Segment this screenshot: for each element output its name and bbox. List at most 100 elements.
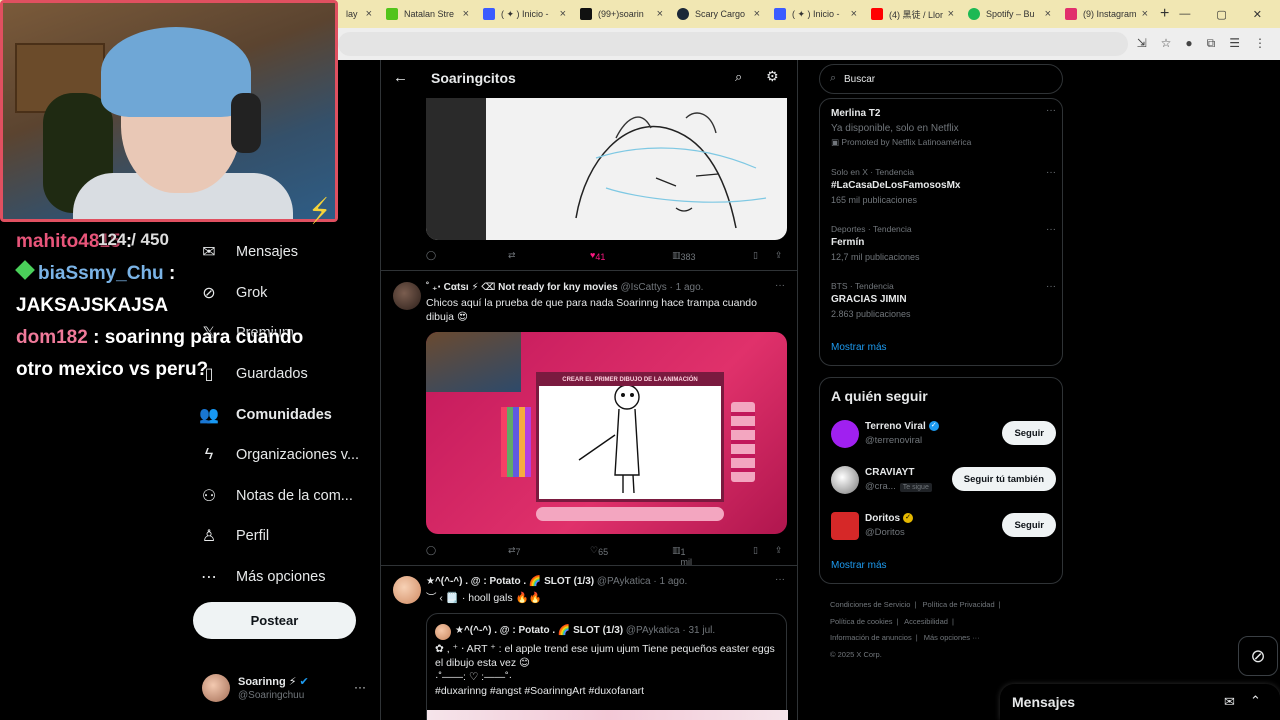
back-arrow-icon[interactable]: ←: [393, 69, 408, 86]
close-icon[interactable]: ×: [560, 8, 566, 20]
footer-link[interactable]: Información de anuncios: [830, 633, 912, 642]
close-icon[interactable]: ×: [463, 8, 469, 20]
follow-button[interactable]: Seguir: [1002, 513, 1056, 537]
url-field[interactable]: [338, 32, 1128, 56]
retweet-button[interactable]: ⇄ 7: [508, 545, 521, 557]
follow-back-button[interactable]: Seguir tú también: [951, 467, 1056, 491]
more-icon[interactable]: ···: [1046, 281, 1056, 292]
follow-suggestion[interactable]: Doritos ✓ @Doritos Seguir: [831, 510, 1056, 542]
views-button[interactable]: ▥ 383: [672, 250, 696, 262]
more-icon[interactable]: ···: [1046, 105, 1056, 116]
star-icon[interactable]: ☆: [1161, 36, 1172, 51]
close-icon[interactable]: ×: [366, 8, 372, 20]
footer-link[interactable]: Más opciones ···: [924, 633, 980, 642]
tweet-time[interactable]: · 1 ago.: [670, 282, 704, 293]
browser-tab[interactable]: ( ✦ ) Inicio - ×: [475, 0, 572, 28]
new-tab-button[interactable]: +: [1160, 5, 1169, 23]
footer-link[interactable]: Política de Privacidad: [923, 600, 995, 609]
close-icon[interactable]: ×: [754, 8, 760, 20]
browser-tab[interactable]: (9) Instagram ×: [1057, 0, 1154, 28]
close-icon[interactable]: ×: [948, 8, 954, 20]
trend-item[interactable]: Merlina T2 Ya disponible, solo en Netfli…: [831, 105, 1056, 148]
feed-column: ← Soaringcitos ⌕ ⚙ ◯ ⇄ ♥ 41 ▥ 383 ▯ ⇪ ˚ …: [380, 60, 798, 720]
browser-tab[interactable]: ( ✦ ) Inicio - ×: [766, 0, 863, 28]
more-icon[interactable]: ···: [354, 680, 366, 694]
tweet-handle[interactable]: @IsCattys: [620, 282, 666, 293]
avatar[interactable]: [393, 282, 421, 310]
more-icon[interactable]: ···: [1046, 224, 1056, 235]
media-timeline: [536, 507, 724, 521]
show-more-link[interactable]: Mostrar más: [831, 342, 887, 353]
maximize-icon[interactable]: ▢: [1216, 8, 1226, 21]
retweet-icon[interactable]: ⇄: [508, 250, 516, 261]
expand-icon[interactable]: ⌃: [1250, 693, 1261, 709]
nav-item-perfil[interactable]: ♙ Perfil: [198, 516, 378, 557]
footer-link[interactable]: Política de cookies: [830, 617, 893, 626]
browser-tab[interactable]: Natalan Stre ×: [378, 0, 475, 28]
bookmark-icon[interactable]: ▯: [753, 250, 758, 261]
trend-item[interactable]: Solo en X · Tendencia #LaCasaDeLosFamoso…: [831, 167, 1056, 205]
nav-item-notas[interactable]: ⚇ Notas de la com...: [198, 476, 378, 517]
follow-suggestion[interactable]: CRAVIAYT @cra... Te sigue Seguir tú tambi…: [831, 464, 1056, 496]
like-button[interactable]: ♡ 65: [590, 545, 608, 557]
follow-suggestion[interactable]: Terreno Viral ✓ @terrenoviral Seguir: [831, 418, 1056, 450]
share-icon[interactable]: ⇪: [775, 250, 783, 261]
media-icon[interactable]: ☰: [1229, 36, 1240, 51]
nav-item-organizaciones[interactable]: ϟ Organizaciones v...: [198, 435, 378, 476]
reply-icon[interactable]: ◯: [426, 250, 436, 261]
view-count: 383: [680, 252, 696, 262]
quote-media[interactable]: [427, 710, 788, 720]
close-icon[interactable]: ×: [1142, 8, 1148, 20]
search-icon[interactable]: ⌕: [735, 69, 742, 85]
nav-item-comunidades[interactable]: 👥 Comunidades: [198, 394, 378, 435]
browser-tab[interactable]: (99+)soarin ×: [572, 0, 669, 28]
tab-label: lay: [346, 9, 358, 19]
post-button[interactable]: Postear: [193, 602, 356, 639]
menu-icon[interactable]: ⋮: [1254, 36, 1266, 51]
trend-item[interactable]: Deportes · Tendencia Fermín 12,7 mil pub…: [831, 224, 1056, 262]
gear-icon[interactable]: ⚙: [766, 68, 779, 85]
tweet-time[interactable]: · 1 ago.: [653, 576, 687, 587]
install-icon[interactable]: ⇲: [1137, 36, 1147, 51]
footer-link[interactable]: Condiciones de Servicio: [830, 600, 910, 609]
close-icon[interactable]: ×: [1045, 8, 1051, 20]
close-icon[interactable]: ×: [851, 8, 857, 20]
close-window-icon[interactable]: ✕: [1253, 8, 1262, 21]
messages-drawer[interactable]: Mensajes ✉ ⌃: [1000, 684, 1280, 720]
grok-button[interactable]: ⊘: [1238, 636, 1278, 676]
tweet-author[interactable]: ˚ ₊‧ Cαtsı ⚡ ⌫ Not ready for kny movies: [426, 282, 618, 293]
close-icon[interactable]: ×: [657, 8, 663, 20]
search-input[interactable]: ⌕ Buscar: [819, 64, 1063, 94]
browser-tab[interactable]: Spotify – Bu ×: [960, 0, 1057, 28]
more-icon[interactable]: ···: [1046, 167, 1056, 178]
bookmark-icon[interactable]: ▯: [753, 545, 758, 556]
quoted-tweet[interactable]: ★^(^-^) . @ : Potato . 🌈 SLOT (1/3) @PAy…: [426, 613, 788, 720]
verified-icon: ✓: [928, 421, 939, 432]
account-switcher[interactable]: Soarinng ⚡ ✔ @Soaringchuu ···: [202, 674, 372, 704]
extensions-icon[interactable]: ⧉: [1207, 36, 1216, 51]
trend-item[interactable]: BTS · Tendencia GRACIAS JIMIN 2.863 publ…: [831, 281, 1056, 319]
tweet-media[interactable]: [426, 98, 787, 240]
like-button[interactable]: ♥ 41: [590, 250, 605, 262]
record-icon[interactable]: ●: [1185, 36, 1192, 51]
nav-item-mas-opciones[interactable]: ⋯ Más opciones: [198, 557, 378, 598]
browser-tab[interactable]: (4) 黑徒 / Llor ×: [863, 0, 960, 28]
tweet-media[interactable]: CREAR EL PRIMER DIBUJO DE LA ANIMACIÓN: [426, 332, 787, 534]
minimize-icon[interactable]: —: [1179, 8, 1190, 20]
avatar[interactable]: [393, 576, 421, 604]
footer-link[interactable]: Accesibilidad: [904, 617, 948, 626]
tweet-author[interactable]: ★^(^-^) . @ : Potato . 🌈 SLOT (1/3): [426, 576, 594, 587]
chat-user: dom182: [16, 327, 88, 348]
browser-tab[interactable]: lay ×: [338, 0, 378, 28]
tweet-handle[interactable]: @PAykatica: [597, 576, 651, 587]
new-message-icon[interactable]: ✉: [1224, 694, 1235, 710]
follow-button[interactable]: Seguir: [1002, 421, 1056, 445]
browser-tab[interactable]: Scary Cargo ×: [669, 0, 766, 28]
more-icon[interactable]: ···: [775, 574, 785, 585]
more-icon[interactable]: ···: [775, 280, 785, 291]
share-icon[interactable]: ⇪: [775, 545, 783, 556]
show-more-link[interactable]: Mostrar más: [831, 560, 887, 571]
quote-hashtags[interactable]: #duxarinng #angst #SoarinngArt #duxofana…: [435, 684, 780, 698]
views-button[interactable]: ▥ 1 mil: [672, 545, 692, 567]
reply-icon[interactable]: ◯: [426, 545, 436, 556]
